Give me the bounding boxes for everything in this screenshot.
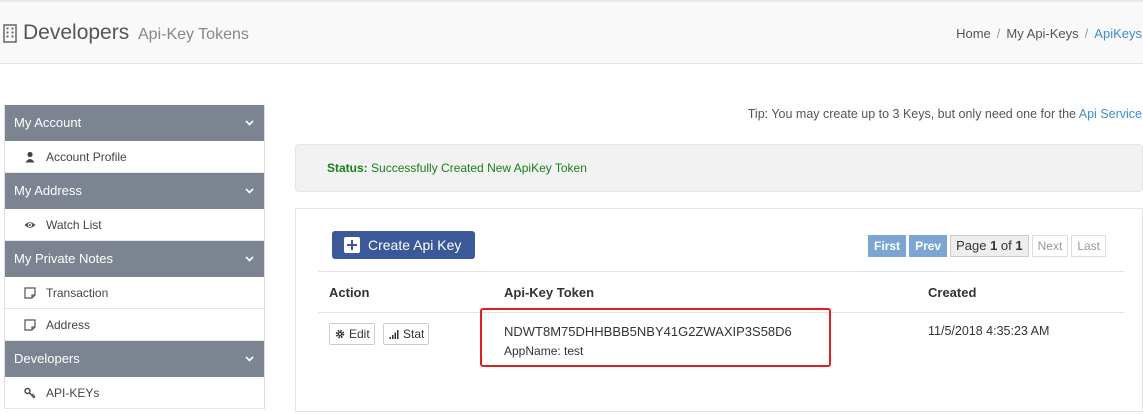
user-icon [25, 151, 35, 163]
create-api-key-button[interactable]: Create Api Key [332, 231, 475, 259]
sidebar-item-label: Account Profile [46, 150, 127, 164]
column-header-token: Api-Key Token [504, 285, 595, 300]
eye-icon [24, 222, 36, 228]
breadcrumb-current[interactable]: ApiKeys [1094, 26, 1142, 41]
chevron-down-icon [245, 188, 254, 194]
pager-prev-button[interactable]: Prev [909, 235, 948, 257]
page-total: 1 [1015, 238, 1023, 253]
sidebar-section-label: My Private Notes [14, 251, 113, 266]
note-icon [24, 319, 36, 331]
status-alert: Status: Successfully Created New ApiKey … [295, 144, 1143, 192]
page-prefix: Page [956, 238, 991, 253]
sidebar-section-developers[interactable]: Developers [5, 341, 264, 377]
key-icon [24, 387, 36, 399]
token-highlight-box [480, 308, 831, 367]
gear-icon [335, 329, 345, 339]
breadcrumb-separator: / [1084, 26, 1089, 41]
page-of: of [997, 238, 1016, 253]
pager-next-button[interactable]: Next [1031, 235, 1069, 257]
sidebar-section-label: My Address [14, 183, 82, 198]
status-label: Status: [327, 161, 368, 175]
tip-text: Tip: You may create up to 3 Keys, but on… [748, 106, 1142, 122]
sidebar-section-label: My Account [14, 115, 82, 130]
edit-label: Edit [349, 327, 370, 341]
sidebar-item-transaction[interactable]: Transaction [5, 277, 264, 309]
pagination: First Prev Page 1 of 1 Next Last [868, 235, 1106, 257]
breadcrumb-separator: / [996, 26, 1001, 41]
breadcrumb-my-api-keys[interactable]: My Api-Keys [1006, 26, 1078, 41]
api-service-link[interactable]: Api Service [1079, 107, 1142, 121]
chevron-down-icon [245, 356, 254, 362]
breadcrumb-home[interactable]: Home [956, 26, 991, 41]
pager-last-button[interactable]: Last [1071, 235, 1106, 257]
sidebar-item-label: Watch List [46, 218, 102, 232]
table-header: Action Api-Key Token Created [318, 271, 1124, 313]
building-icon [3, 24, 17, 43]
sidebar-item-label: Transaction [46, 286, 109, 300]
sidebar-section-label: Developers [14, 351, 80, 366]
sidebar-item-label: Address [46, 318, 91, 332]
sidebar-section-my-account[interactable]: My Account [5, 105, 264, 141]
sidebar-item-api-keys[interactable]: API-KEYs [5, 377, 264, 409]
breadcrumb: Home / My Api-Keys / ApiKeys [956, 26, 1142, 42]
pager-first-button[interactable]: First [868, 235, 907, 257]
sidebar-item-account-profile[interactable]: Account Profile [5, 141, 264, 173]
page-header: Developers Api-Key Tokens Home / My Api-Ke… [0, 0, 1143, 64]
chevron-down-icon [245, 256, 254, 262]
stat-button[interactable]: Stat [383, 323, 430, 345]
status-text: Status: Successfully Created New ApiKey … [327, 161, 587, 175]
edit-button[interactable]: Edit [329, 323, 375, 345]
status-message: Successfully Created New ApiKey Token [371, 161, 587, 175]
note-icon [24, 287, 36, 299]
sidebar-section-my-private-notes[interactable]: My Private Notes [5, 241, 264, 277]
create-api-key-label: Create Api Key [368, 237, 462, 253]
plus-icon [344, 237, 360, 253]
tip-message: Tip: You may create up to 3 Keys, but on… [747, 107, 1079, 121]
sidebar-item-watch-list[interactable]: Watch List [5, 209, 264, 241]
pager-page-info: Page 1 of 1 [950, 235, 1029, 257]
stat-label: Stat [403, 327, 425, 341]
sidebar-item-label: API-KEYs [46, 386, 100, 400]
sidebar-item-address[interactable]: Address [5, 309, 264, 341]
sidebar-section-my-address[interactable]: My Address [5, 173, 264, 209]
bar-chart-icon [389, 330, 399, 339]
column-header-created: Created [928, 285, 977, 300]
chevron-down-icon [245, 120, 254, 126]
created-date: 11/5/2018 4:35:23 AM [928, 324, 1050, 338]
sidebar: My Account Account Profile My Address Wa… [4, 105, 265, 409]
page-title: Developers [23, 21, 130, 44]
page-subtitle: Api-Key Tokens [138, 26, 249, 43]
column-header-action: Action [329, 285, 370, 300]
